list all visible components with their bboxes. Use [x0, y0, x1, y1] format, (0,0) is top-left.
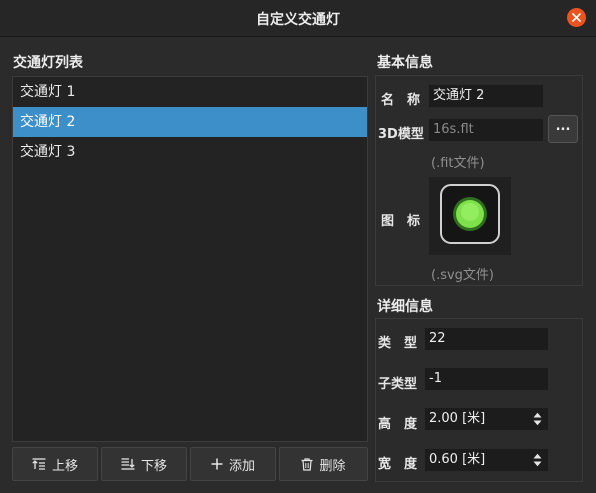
name-label: 名 称 — [381, 93, 421, 108]
model-field[interactable]: 16s.flt — [428, 118, 544, 142]
plus-icon — [211, 458, 223, 470]
add-label: 添加 — [228, 458, 255, 474]
height-value: 2.00 [米] — [429, 411, 486, 426]
list-item[interactable]: 交通灯 1 — [13, 77, 367, 107]
add-button[interactable]: 添加 — [190, 447, 276, 481]
height-stepper[interactable] — [526, 408, 548, 430]
delete-label: 删除 — [319, 458, 346, 474]
traffic-light-list[interactable]: 交通灯 1 交通灯 2 交通灯 3 — [12, 76, 368, 442]
model-label: 3D模型 — [378, 127, 424, 142]
icon-preview[interactable] — [429, 177, 511, 255]
basic-info-title: 基本信息 — [377, 55, 433, 71]
browse-model-button[interactable]: ... — [548, 115, 578, 143]
trash-icon — [301, 457, 313, 471]
move-down-button[interactable]: 下移 — [101, 447, 187, 481]
move-down-label: 下移 — [140, 458, 167, 474]
subtype-label: 子类型 — [378, 377, 418, 392]
arrow-down-icon[interactable] — [533, 461, 542, 467]
name-field[interactable]: 交通灯 2 — [428, 84, 544, 108]
title-bar: 自定义交通灯 — [0, 0, 596, 37]
close-icon — [572, 13, 581, 22]
type-field[interactable]: 22 — [424, 327, 549, 351]
width-label: 宽 度 — [378, 457, 418, 472]
arrow-down-icon[interactable] — [533, 420, 542, 426]
move-up-button[interactable]: 上移 — [12, 447, 98, 481]
icon-hint: (.svg文件) — [431, 268, 494, 283]
height-spinbox[interactable]: 2.00 [米] — [424, 407, 549, 431]
detail-info-title: 详细信息 — [377, 299, 433, 315]
delete-button[interactable]: 删除 — [279, 447, 368, 481]
list-item-selected[interactable]: 交通灯 2 — [13, 107, 367, 137]
width-spinbox[interactable]: 0.60 [米] — [424, 448, 549, 472]
close-button[interactable] — [567, 8, 586, 27]
width-stepper[interactable] — [526, 449, 548, 471]
type-label: 类 型 — [378, 336, 418, 351]
window-title: 自定义交通灯 — [256, 12, 340, 28]
width-value: 0.60 [米] — [429, 452, 486, 467]
move-up-label: 上移 — [51, 458, 78, 474]
icon-label: 图 标 — [381, 214, 421, 229]
list-item[interactable]: 交通灯 3 — [13, 137, 367, 167]
traffic-light-icon — [440, 184, 500, 244]
arrow-up-icon[interactable] — [533, 412, 542, 418]
arrow-up-icon[interactable] — [533, 453, 542, 459]
height-label: 高 度 — [378, 417, 418, 432]
list-section-title: 交通灯列表 — [13, 55, 83, 71]
move-down-icon — [121, 458, 135, 470]
model-hint: (.fit文件) — [431, 156, 485, 171]
subtype-field[interactable]: -1 — [424, 367, 549, 391]
move-up-icon — [32, 458, 46, 470]
